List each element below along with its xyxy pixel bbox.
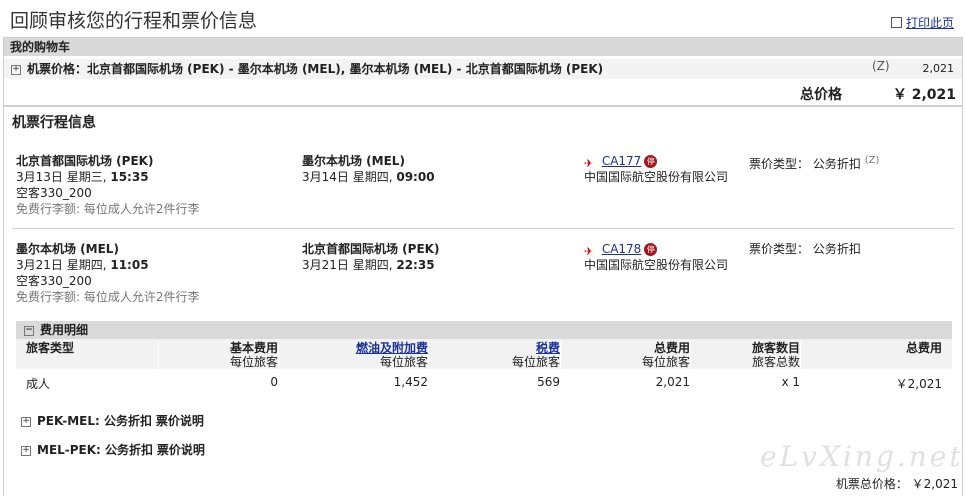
shopping-cart: 我的购物车 + 机票价格：北京首都国际机场 (PEK) - 墨尔本机场 (MEL)… [3, 37, 963, 106]
col-sub: 每位旅客 [379, 355, 428, 369]
collapse-minus-icon[interactable]: − [24, 325, 34, 336]
departure-date: 3月13日 星期三, [16, 170, 111, 184]
col-title: 总费用 [653, 341, 690, 355]
fare-rule-row: + MEL-PEK: 公务折扣 票价说明 [21, 441, 205, 458]
fare-class-mark: (Z) [864, 155, 880, 166]
col-total: 总费用 [810, 341, 942, 369]
col-title: 旅客数目 [751, 341, 800, 355]
fare-rule-route: PEK-MEL: 公务折扣 [37, 414, 152, 428]
col-title: 总费用 [905, 341, 942, 355]
departure-date: 3月21日 星期四, [16, 258, 111, 272]
flight-number-link[interactable]: CA177 [602, 154, 642, 168]
col-title: 基本费用 [229, 341, 278, 355]
col-sub: 旅客总数 [751, 355, 800, 369]
watermark: eLvXing.net [760, 440, 964, 473]
fee-details-title: 费用明细 [40, 323, 89, 337]
fee-columns: 旅客类型 基本费用 每位旅客 燃油及附加费 每位旅客 税费 每位旅客 总费用 每位旅客 … [16, 339, 952, 369]
per-passenger-total: 2,021 [655, 375, 690, 389]
total-value: ￥ 2,021 [892, 87, 956, 103]
col-sub: 每位旅客 [511, 355, 560, 369]
fare-type-value: 公务折扣 [812, 242, 861, 256]
print-page-label[interactable]: 打印此页 [906, 16, 954, 30]
arrival-time: 09:00 [396, 170, 435, 184]
aircraft-type: 空客330_200 [16, 274, 92, 288]
col-fuel-surcharge: 燃油及附加费 每位旅客 [288, 341, 429, 369]
stop-info-icon[interactable]: 停 [644, 155, 658, 168]
col-sub: 每位旅客 [641, 355, 690, 369]
fee-details-header[interactable]: − 费用明细 [16, 321, 952, 339]
arrival-date: 3月14日 星期四, [302, 170, 397, 184]
flight-number-link[interactable]: CA178 [602, 242, 642, 256]
cart-item-price: 2,021 [922, 62, 955, 75]
printer-icon [890, 17, 902, 28]
arrival-airport: 墨尔本机场 (MEL) [302, 154, 405, 168]
passenger-count: x 1 [781, 375, 800, 389]
col-sub: 每位旅客 [229, 355, 278, 369]
col-passenger-count: 旅客数目 旅客总数 [700, 341, 801, 369]
fare-type-label: 票价类型： [749, 242, 810, 256]
tax: 569 [537, 375, 560, 389]
airline-name: 中国国际航空股份有限公司 [584, 258, 729, 272]
air-china-logo-icon: ✈ [584, 157, 594, 170]
col-base-fee: 基本费用 每位旅客 [158, 341, 279, 369]
col-per-total: 总费用 每位旅客 [570, 341, 691, 369]
base-fee: 0 [270, 375, 278, 389]
page-title: 回顾审核您的行程和票价信息 [10, 10, 258, 32]
arrival-time: 22:35 [396, 258, 435, 272]
expand-plus-icon[interactable]: + [21, 445, 31, 456]
fare-rule-route: MEL-PEK: 公务折扣 [37, 443, 154, 457]
fare-rule-row: + PEK-MEL: 公务折扣 票价说明 [21, 412, 204, 429]
cart-route-text: 机票价格：北京首都国际机场 (PEK) - 墨尔本机场 (MEL), 墨尔本机场… [27, 62, 604, 76]
total-label: 总价格 [800, 87, 842, 103]
itinerary-title: 机票行程信息 [12, 115, 96, 131]
arrival-airport: 北京首都国际机场 (PEK) [302, 242, 440, 256]
itinerary-section: 机票行程信息 北京首都国际机场 (PEK) 3月13日 星期三, 15:35 空… [3, 106, 963, 496]
stop-info-icon[interactable]: 停 [644, 243, 658, 256]
aircraft-type: 空客330_200 [16, 186, 92, 200]
baggage-allowance: 免费行李额: 每位成人允许2件行李 [16, 202, 200, 216]
fare-rule-link[interactable]: 票价说明 [156, 414, 204, 428]
fare-type-value: 公务折扣 [812, 157, 861, 171]
print-page-link[interactable]: 打印此页 [890, 14, 954, 31]
passenger-type: 成人 [26, 377, 51, 391]
expand-plus-icon[interactable]: + [21, 416, 31, 427]
fare-rule-link[interactable]: 票价说明 [157, 443, 205, 457]
footer-total: 机票总价格： ￥2,021 [835, 477, 958, 491]
cart-item-row: + 机票价格：北京首都国际机场 (PEK) - 墨尔本机场 (MEL), 墨尔本机… [4, 59, 962, 79]
expand-plus-icon[interactable]: + [11, 64, 21, 75]
fee-details: − 费用明细 旅客类型 基本费用 每位旅客 燃油及附加费 每位旅客 税费 每位旅客 总费… [16, 321, 952, 393]
departure-time: 11:05 [110, 258, 149, 272]
baggage-allowance: 免费行李额: 每位成人允许2件行李 [16, 290, 200, 304]
col-tax: 税费 每位旅客 [438, 341, 561, 369]
airline-name: 中国国际航空股份有限公司 [584, 170, 729, 184]
fuel-surcharge: 1,452 [393, 375, 428, 389]
arrival-date: 3月21日 星期四, [302, 258, 397, 272]
air-china-logo-icon: ✈ [584, 245, 594, 258]
departure-time: 15:35 [110, 170, 149, 184]
cart-header: 我的购物车 [4, 38, 962, 56]
departure-airport: 墨尔本机场 (MEL) [16, 242, 119, 256]
col-passenger-type: 旅客类型 [16, 341, 159, 369]
departure-airport: 北京首都国际机场 (PEK) [16, 154, 154, 168]
tax-link[interactable]: 税费 [438, 341, 560, 355]
row-total: ￥2,021 [895, 377, 942, 391]
segment-divider [12, 228, 954, 229]
fuel-surcharge-link[interactable]: 燃油及附加费 [288, 341, 428, 355]
col-title: 旅客类型 [26, 341, 75, 355]
fee-row: 成人 0 1,452 569 2,021 x 1 ￥2,021 [16, 369, 952, 393]
fare-type-label: 票价类型： [749, 157, 810, 171]
fare-class-mark: (Z) [872, 59, 890, 73]
